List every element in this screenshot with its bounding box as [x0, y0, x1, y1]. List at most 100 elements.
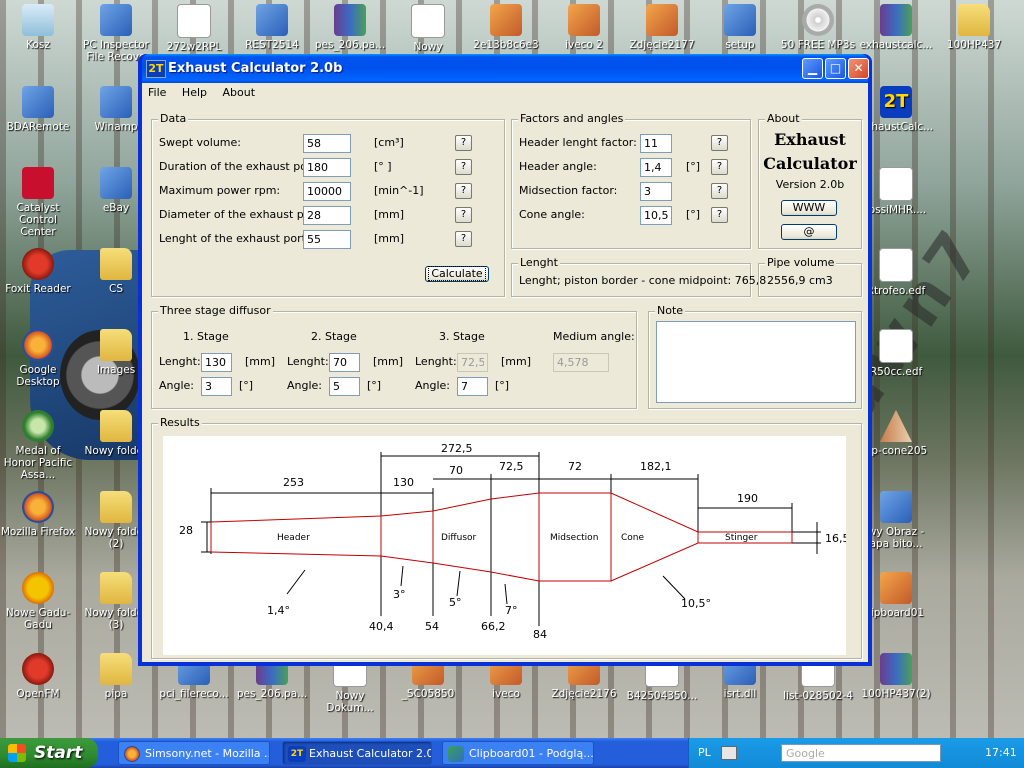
desktop-icon-272w[interactable]: 272w2RPL	[156, 4, 232, 53]
stage-angle-unit: [°]	[495, 379, 510, 392]
maximize-button[interactable]: □	[825, 58, 846, 79]
menu-help[interactable]: Help	[176, 83, 213, 103]
desktop-icon-2e13[interactable]: 2e13b8c6e3	[468, 4, 544, 51]
results-diagram: Header Diffusor Midsection Cone Stinger …	[163, 436, 846, 655]
calculate-button[interactable]: Calculate	[425, 266, 489, 282]
desktop-icon-googledesktop[interactable]: Google Desktop	[0, 329, 76, 388]
keyboard-icon[interactable]	[721, 746, 737, 760]
medium-angle-field[interactable]	[553, 353, 609, 372]
desktop-icon-openfm[interactable]: OpenFM	[0, 653, 76, 700]
data-input[interactable]	[303, 206, 351, 225]
desktop-icon-zdjecie2177[interactable]: Zdjęcie2177	[624, 4, 700, 51]
app-icon	[724, 4, 756, 36]
factor-label: Header angle:	[519, 160, 597, 173]
window-title: Exhaust Calculator 2.0b	[168, 61, 343, 76]
factor-input[interactable]	[640, 134, 672, 153]
desktop-icon-bdaremote[interactable]: BDARemote	[0, 86, 76, 133]
stage-lenght-input[interactable]	[457, 353, 488, 372]
factor-label: Header lenght factor:	[519, 136, 637, 149]
desktop-icon-nowy[interactable]: Nowy	[390, 4, 466, 53]
image-viewer-icon	[448, 746, 464, 762]
note-textarea[interactable]	[656, 321, 856, 403]
desktop-icon-label: Zdjęcie2177	[629, 39, 695, 51]
help-button[interactable]: ?	[455, 135, 472, 151]
dim-diameter-2: 54	[425, 620, 439, 633]
stage-lenght-input[interactable]	[329, 353, 360, 372]
desktop-icon-exhaustcalc_rar[interactable]: exhaustcalc...	[858, 4, 934, 51]
data-legend: Data	[158, 112, 189, 125]
close-button[interactable]: ✕	[848, 58, 869, 79]
menu-file[interactable]: File	[142, 83, 172, 103]
google-search-input[interactable]: Google	[781, 744, 941, 762]
doc-icon	[411, 4, 445, 38]
start-label: Start	[34, 743, 83, 763]
desktop-icon-label: _SC05850	[401, 688, 455, 700]
stage-angle-label: Angle:	[287, 379, 323, 392]
pipe-volume-value: 2556,9 cm3	[767, 274, 833, 287]
dim-header-length: 253	[283, 476, 304, 489]
minimize-button[interactable]: ▁	[802, 58, 823, 79]
desktop-icon-label: Rtrofeo.edf	[866, 285, 926, 297]
help-button[interactable]: ?	[711, 183, 728, 199]
desktop-icon-firefox[interactable]: Mozilla Firefox	[0, 491, 76, 538]
diffusor-group: Three stage diffusor 1. Stage Lenght: [mm]…	[151, 304, 637, 409]
dim-stinger-diameter: 16,5	[825, 532, 846, 545]
desktop-icon-label: Kosz	[26, 39, 50, 51]
desktop-icon-label: Catalyst Control Center	[16, 202, 60, 238]
data-input[interactable]	[303, 134, 351, 153]
desktop-icon-100hp437[interactable]: 100HP437	[936, 4, 1012, 51]
desktop-icon-iveco2[interactable]: iveco 2	[546, 4, 622, 51]
desktop-icon-rest2514[interactable]: REST2514	[234, 4, 310, 51]
help-button[interactable]: ?	[711, 207, 728, 223]
data-input[interactable]	[303, 182, 351, 201]
factor-input[interactable]	[640, 182, 672, 201]
dim-diameter-3: 66,2	[481, 620, 506, 633]
help-button[interactable]: ?	[455, 231, 472, 247]
task-firefox[interactable]: Simsony.net - Mozilla ...	[118, 741, 270, 765]
help-button[interactable]: ?	[711, 135, 728, 151]
stage-lenght-input[interactable]	[201, 353, 232, 372]
help-button[interactable]: ?	[711, 159, 728, 175]
desktop-icon-pes206[interactable]: pes_206.pa...	[312, 4, 388, 51]
desktop-icon-medal[interactable]: Medal of Honor Pacific Assa...	[0, 410, 76, 481]
desktop-icon-kosz[interactable]: Kosz	[0, 4, 76, 51]
ff-icon	[22, 491, 54, 523]
desktop-icon-mp3s[interactable]: 50 FREE MP3s	[780, 4, 856, 51]
data-input[interactable]	[303, 230, 351, 249]
close-icon: ✕	[853, 61, 864, 75]
desktop-icon-foxit[interactable]: Foxit Reader	[0, 248, 76, 295]
stage-angle-input[interactable]	[457, 377, 488, 396]
help-button[interactable]: ?	[455, 183, 472, 199]
desktop-icon-label: Images	[96, 364, 136, 376]
desktop-icon-label: exhaustcalc...	[859, 39, 933, 51]
stage-angle-unit: [°]	[239, 379, 254, 392]
help-button[interactable]: ?	[455, 207, 472, 223]
help-button[interactable]: ?	[455, 159, 472, 175]
data-input[interactable]	[303, 158, 351, 177]
desktop-icon-label: pci_filereco...	[159, 688, 229, 700]
task-clipboard[interactable]: Clipboard01 - Podglą...	[442, 741, 594, 765]
www-button[interactable]: WWW	[781, 200, 837, 216]
section-label-header: Header	[277, 533, 310, 543]
stage-angle-input[interactable]	[329, 377, 360, 396]
desktop-icon-gadugadu[interactable]: Nowe Gadu-Gadu	[0, 572, 76, 631]
factors-group: Factors and angles Header lenght factor:…	[511, 112, 751, 249]
start-button[interactable]: Start	[0, 738, 98, 768]
desktop-icon-ati[interactable]: Catalyst Control Center	[0, 167, 76, 238]
stage-angle-input[interactable]	[201, 377, 232, 396]
language-indicator[interactable]: PL	[698, 738, 711, 768]
factor-input[interactable]	[640, 206, 672, 225]
angle-stage2: 5°	[449, 596, 462, 609]
email-button[interactable]: @	[781, 224, 837, 240]
desktop-icon-label: pipa	[104, 688, 128, 700]
data-group: Data Swept volume: [cm³]? Duration of the …	[151, 112, 505, 297]
desktop-icon-setup[interactable]: setup	[702, 4, 778, 51]
folder-icon	[100, 410, 132, 442]
app-logo-icon: 2T	[146, 60, 166, 78]
factor-input[interactable]	[640, 158, 672, 177]
task-exhaust-calculator[interactable]: 2T Exhaust Calculator 2.0b	[282, 741, 432, 765]
data-label: Diameter of the exhaust port:	[159, 208, 324, 221]
menu-about[interactable]: About	[217, 83, 262, 103]
data-unit: [mm]	[374, 232, 405, 245]
title-bar[interactable]: 2T Exhaust Calculator 2.0b ▁ □ ✕	[142, 54, 869, 83]
